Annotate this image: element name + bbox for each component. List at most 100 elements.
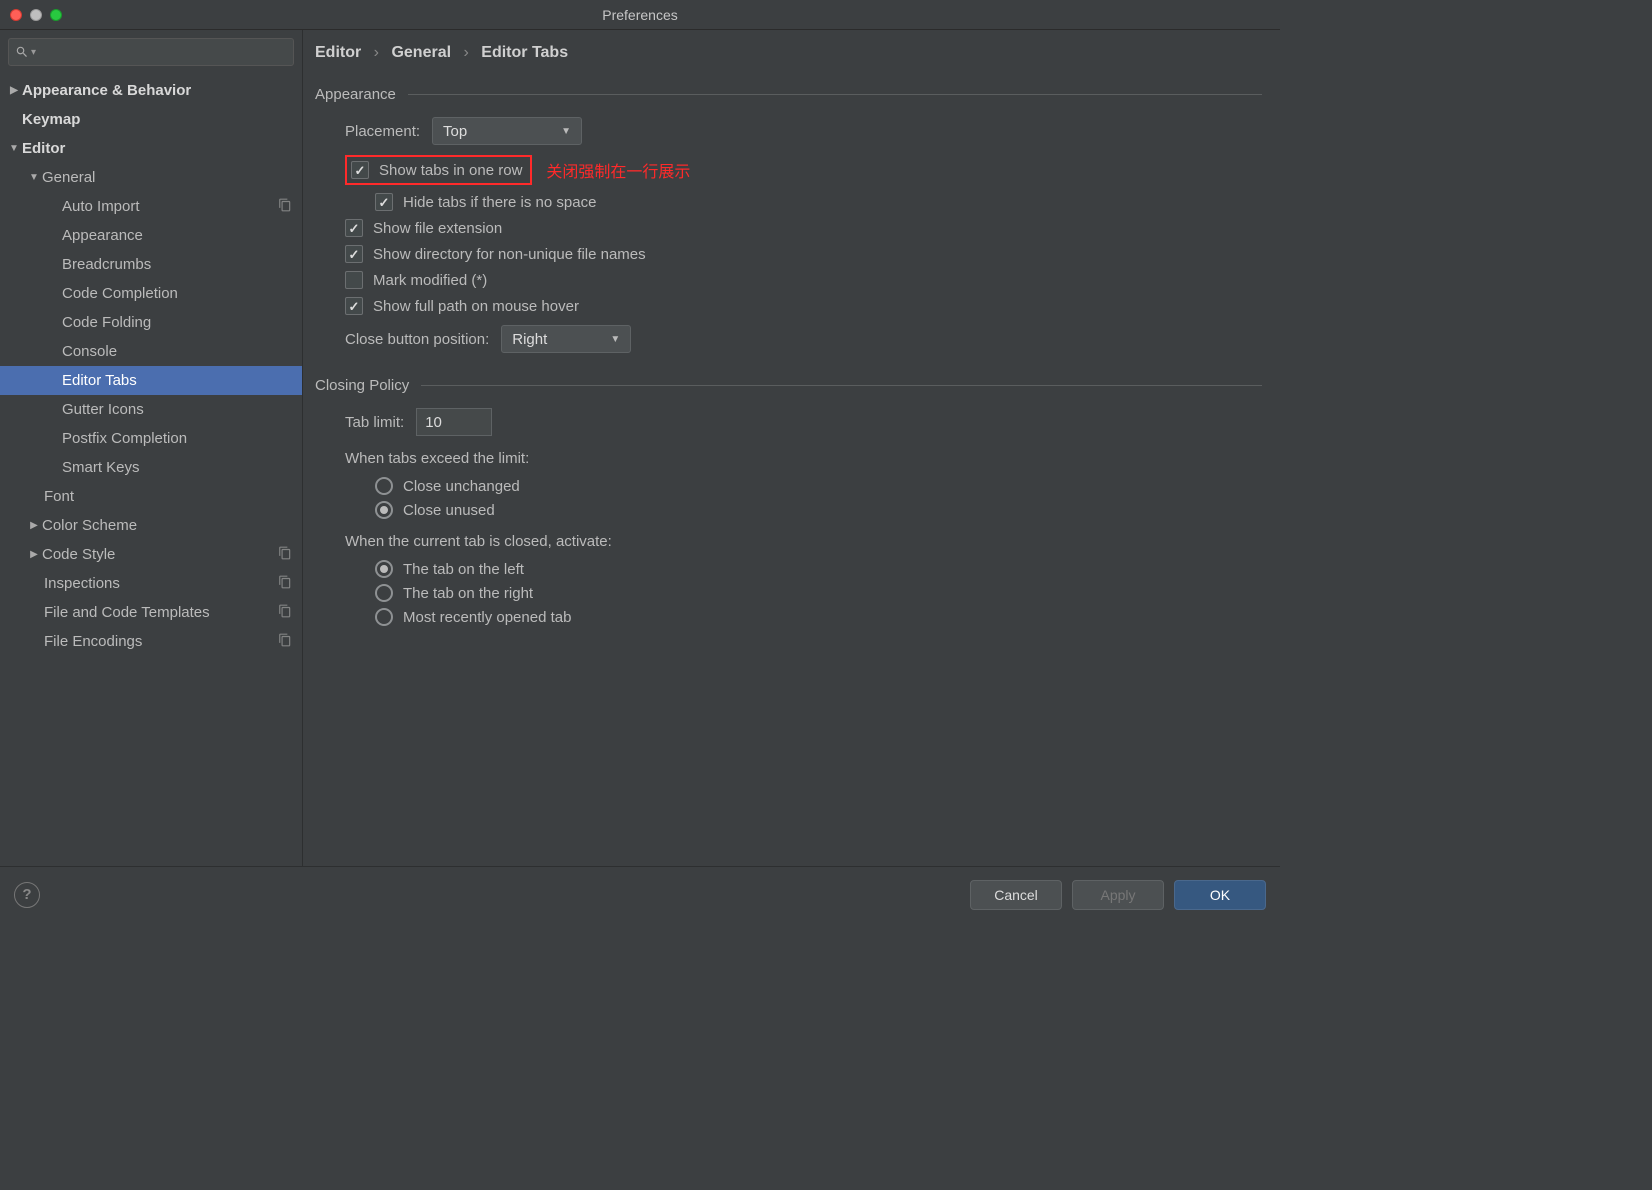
preferences-window: Preferences ▾ ▶Appearance & Behavior Key…: [0, 0, 1280, 922]
tree-keymap[interactable]: Keymap: [0, 105, 302, 134]
activate-left-radio[interactable]: [375, 560, 393, 578]
exceed-label: When tabs exceed the limit:: [345, 450, 1262, 467]
show-dir-checkbox[interactable]: [345, 245, 363, 263]
placement-field: Placement: Top▼: [345, 117, 1262, 145]
tree-editor-tabs[interactable]: Editor Tabs: [0, 366, 302, 395]
tree-breadcrumbs[interactable]: Breadcrumbs: [0, 250, 302, 279]
apply-button[interactable]: Apply: [1072, 880, 1164, 910]
activate-right-radio[interactable]: [375, 584, 393, 602]
show-ext-label: Show file extension: [373, 220, 502, 237]
zoom-window-icon[interactable]: [50, 9, 62, 21]
copy-icon: [278, 198, 292, 216]
close-unchanged-label: Close unchanged: [403, 478, 520, 495]
close-unused-row: Close unused: [375, 501, 1262, 519]
cancel-button[interactable]: Cancel: [970, 880, 1062, 910]
highlight-box: Show tabs in one row: [345, 155, 532, 185]
show-tabs-one-row-checkbox[interactable]: [351, 161, 369, 179]
tree-code-folding[interactable]: Code Folding: [0, 308, 302, 337]
placement-select[interactable]: Top▼: [432, 117, 582, 145]
close-unchanged-radio[interactable]: [375, 477, 393, 495]
search-icon: [15, 45, 29, 59]
close-window-icon[interactable]: [10, 9, 22, 21]
activate-right-row: The tab on the right: [375, 584, 1262, 602]
show-ext-checkbox[interactable]: [345, 219, 363, 237]
chevron-down-icon: ▼: [561, 126, 571, 137]
close-unused-radio[interactable]: [375, 501, 393, 519]
tab-limit-input[interactable]: [416, 408, 492, 436]
tree-console[interactable]: Console: [0, 337, 302, 366]
tab-limit-label: Tab limit:: [345, 414, 404, 431]
tree-code-completion[interactable]: Code Completion: [0, 279, 302, 308]
chevron-down-icon: ▼: [610, 334, 620, 345]
activate-recent-row: Most recently opened tab: [375, 608, 1262, 626]
close-unused-label: Close unused: [403, 502, 495, 519]
hide-tabs-row: Hide tabs if there is no space: [375, 193, 1262, 211]
show-dir-row: Show directory for non-unique file names: [345, 245, 1262, 263]
ok-button[interactable]: OK: [1174, 880, 1266, 910]
window-title: Preferences: [602, 7, 677, 23]
breadcrumb: Editor › General › Editor Tabs: [303, 30, 1280, 74]
mark-modified-label: Mark modified (*): [373, 272, 487, 289]
crumb-general[interactable]: General: [391, 44, 451, 61]
search-dropdown-icon: ▾: [31, 47, 36, 58]
activate-left-row: The tab on the left: [375, 560, 1262, 578]
show-path-label: Show full path on mouse hover: [373, 298, 579, 315]
tree-color-scheme[interactable]: ▶Color Scheme: [0, 511, 302, 540]
tree-appearance[interactable]: Appearance: [0, 221, 302, 250]
activate-label: When the current tab is closed, activate…: [345, 533, 1262, 550]
tree-font[interactable]: Font: [0, 482, 302, 511]
tree-general[interactable]: ▼General: [0, 163, 302, 192]
tree-file-encodings[interactable]: File Encodings: [0, 627, 302, 656]
tree-file-templates[interactable]: File and Code Templates: [0, 598, 302, 627]
show-ext-row: Show file extension: [345, 219, 1262, 237]
placement-label: Placement:: [345, 123, 420, 140]
mark-modified-checkbox[interactable]: [345, 271, 363, 289]
tree-postfix-completion[interactable]: Postfix Completion: [0, 424, 302, 453]
minimize-window-icon[interactable]: [30, 9, 42, 21]
activate-left-label: The tab on the left: [403, 561, 524, 578]
settings-tree[interactable]: ▶Appearance & Behavior Keymap ▼Editor ▼G…: [0, 74, 302, 866]
activate-recent-radio[interactable]: [375, 608, 393, 626]
footer: ? Cancel Apply OK: [0, 866, 1280, 922]
search-input[interactable]: ▾: [8, 38, 294, 66]
tree-appearance-behavior[interactable]: ▶Appearance & Behavior: [0, 76, 302, 105]
annotation-note: 关闭强制在一行展示: [546, 158, 690, 182]
titlebar: Preferences: [0, 0, 1280, 30]
tree-smart-keys[interactable]: Smart Keys: [0, 453, 302, 482]
hide-tabs-checkbox[interactable]: [375, 193, 393, 211]
window-controls: [10, 9, 62, 21]
tree-editor[interactable]: ▼Editor: [0, 134, 302, 163]
activate-recent-label: Most recently opened tab: [403, 609, 571, 626]
sidebar: ▾ ▶Appearance & Behavior Keymap ▼Editor …: [0, 30, 303, 866]
content: Appearance Placement: Top▼ Show tabs in …: [303, 74, 1280, 866]
tab-limit-field: Tab limit:: [345, 408, 1262, 436]
section-closing: Closing Policy: [315, 377, 1262, 394]
tree-code-style[interactable]: ▶Code Style: [0, 540, 302, 569]
main-panel: Editor › General › Editor Tabs Appearanc…: [303, 30, 1280, 866]
close-unchanged-row: Close unchanged: [375, 477, 1262, 495]
chevron-right-icon: ›: [374, 44, 379, 61]
close-pos-label: Close button position:: [345, 331, 489, 348]
body: ▾ ▶Appearance & Behavior Keymap ▼Editor …: [0, 30, 1280, 866]
crumb-editor-tabs: Editor Tabs: [481, 44, 568, 61]
copy-icon: [278, 604, 292, 622]
close-pos-field: Close button position: Right▼: [345, 325, 1262, 353]
show-path-row: Show full path on mouse hover: [345, 297, 1262, 315]
tree-gutter-icons[interactable]: Gutter Icons: [0, 395, 302, 424]
show-dir-label: Show directory for non-unique file names: [373, 246, 646, 263]
show-path-checkbox[interactable]: [345, 297, 363, 315]
copy-icon: [278, 575, 292, 593]
hide-tabs-label: Hide tabs if there is no space: [403, 194, 596, 211]
close-pos-select[interactable]: Right▼: [501, 325, 631, 353]
search-row: ▾: [0, 30, 302, 74]
help-button[interactable]: ?: [14, 882, 40, 908]
section-appearance: Appearance: [315, 86, 1262, 103]
copy-icon: [278, 546, 292, 564]
footer-buttons: Cancel Apply OK: [970, 880, 1266, 910]
activate-right-label: The tab on the right: [403, 585, 533, 602]
tree-auto-import[interactable]: Auto Import: [0, 192, 302, 221]
tree-inspections[interactable]: Inspections: [0, 569, 302, 598]
crumb-editor[interactable]: Editor: [315, 44, 361, 61]
show-tabs-one-row-label: Show tabs in one row: [379, 162, 522, 179]
mark-modified-row: Mark modified (*): [345, 271, 1262, 289]
